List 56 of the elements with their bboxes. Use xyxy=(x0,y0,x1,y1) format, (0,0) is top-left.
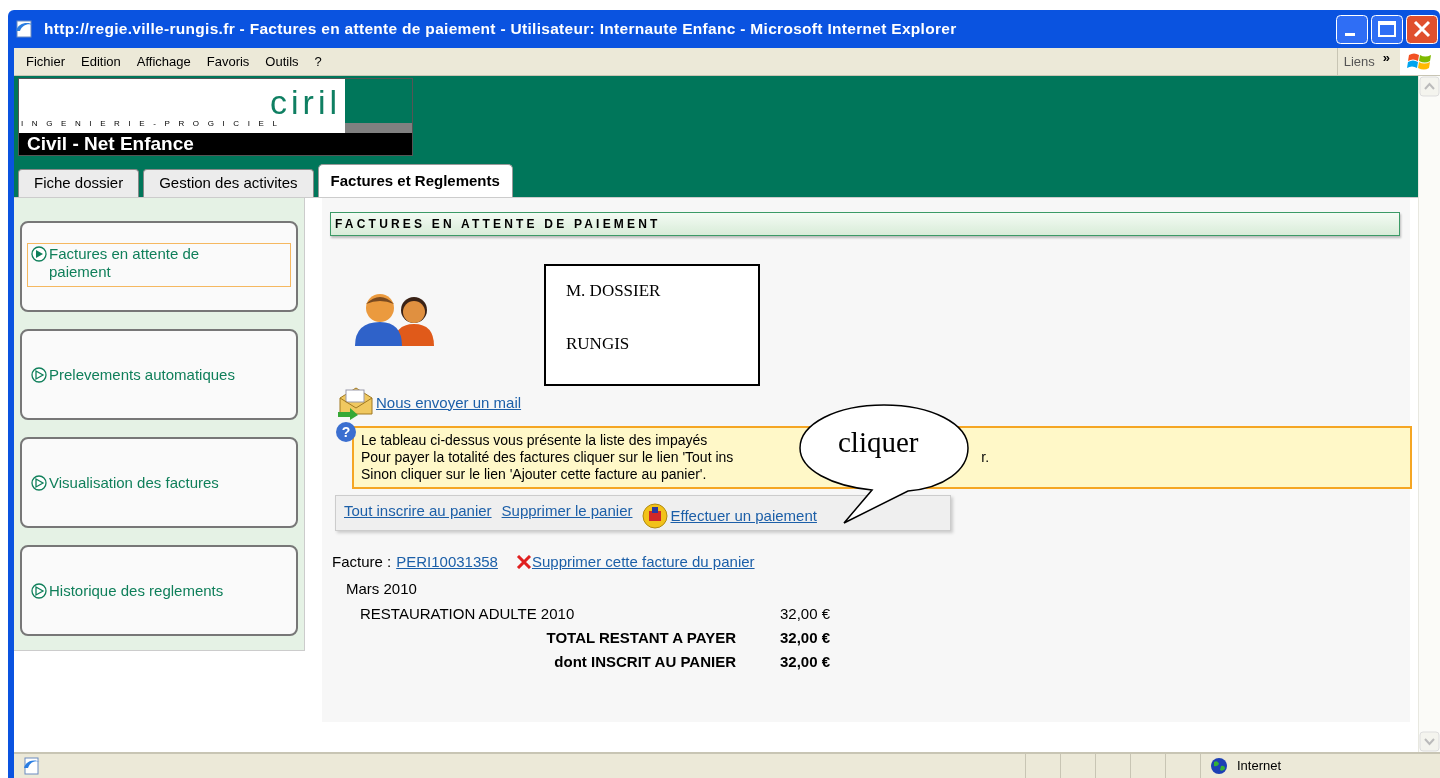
sidebar-item[interactable]: Historique des reglements xyxy=(27,579,291,602)
arrow-circle-icon xyxy=(31,582,47,599)
help-icon: ? xyxy=(336,422,356,442)
contact-text: RUNGIS xyxy=(566,332,631,355)
security-zone-label: Internet xyxy=(1237,757,1282,776)
info-text: Le tableau ci-dessus vous présente la liste des impayés xyxy=(361,432,708,449)
logo-mark-drawing xyxy=(345,79,412,133)
arrow-circle-icon xyxy=(31,474,47,491)
emblem-icon xyxy=(642,503,669,529)
browser-page-icon xyxy=(22,757,42,775)
brand-tagline: INGENIERIE-PROGICIEL xyxy=(20,119,286,129)
invoice-number-link[interactable]: PERI10031358 xyxy=(396,551,498,574)
close-button[interactable] xyxy=(1406,14,1438,44)
menu-item[interactable]: ? xyxy=(308,49,328,74)
app-name: Civil - Net Enfance xyxy=(27,131,194,156)
sidebar-item[interactable]: Prelevements automatiques xyxy=(27,363,291,386)
menu-item[interactable]: Outils xyxy=(259,49,305,74)
sidebar-item[interactable]: Factures en attente de paiement xyxy=(27,243,291,287)
links-label[interactable]: Liens xyxy=(1343,51,1375,72)
globe-icon xyxy=(1209,757,1229,775)
invoice-period: Mars 2010 xyxy=(346,578,418,599)
amount: 32,00 € xyxy=(778,627,830,648)
tab[interactable]: Fiche dossier xyxy=(18,169,140,197)
total-label: dont INSCRIT AU PANIER xyxy=(553,651,736,672)
section-title: FACTURES EN ATTENTE DE PAIEMENT xyxy=(335,216,661,233)
maximize-button[interactable] xyxy=(1371,14,1403,44)
window-title: http://regie.ville-rungis.fr - Factures en attente de paiement - Utilisateur: Internaute Enfanc - Microsoft Internet Explorer xyxy=(44,19,957,40)
menu-item[interactable]: Favoris xyxy=(200,49,256,74)
line-item-label: RESTAURATION ADULTE 2010 xyxy=(359,603,576,624)
mail-icon xyxy=(336,386,376,420)
arrow-circle-icon xyxy=(31,366,47,383)
info-text: Pour payer la totalité des factures cliquer sur le lien 'Tout ins xyxy=(361,449,734,466)
amount: 32,00 € xyxy=(778,603,830,624)
contact-text: M. DOSSIER xyxy=(566,280,662,302)
minimize-button[interactable] xyxy=(1336,14,1368,44)
payment-link[interactable]: Effectuer un paiement xyxy=(670,504,817,528)
arrow-circle-icon xyxy=(31,246,47,262)
total-label: TOTAL RESTANT A PAYER xyxy=(545,627,736,648)
brand-logo: ciril xyxy=(270,85,341,119)
amount: 32,00 € xyxy=(778,651,830,672)
invoice-label: Facture : xyxy=(332,552,392,572)
action-link[interactable]: Supprimer le panier xyxy=(501,499,633,523)
menu-item[interactable]: Affichage xyxy=(130,49,197,74)
sidebar-item[interactable]: Visualisation des factures xyxy=(27,471,291,494)
info-text: r. xyxy=(981,449,990,466)
menu-item[interactable]: Fichier xyxy=(20,49,71,74)
chevron-button[interactable]: » xyxy=(1382,47,1390,68)
delete-icon xyxy=(515,555,532,570)
mail-link[interactable]: Nous envoyer un mail xyxy=(376,391,522,414)
menu-item[interactable]: Edition xyxy=(75,49,127,74)
tab[interactable]: Factures et Reglements xyxy=(317,164,513,197)
action-link[interactable]: Tout inscrire au panier xyxy=(344,499,492,523)
info-text: Sinon cliquer sur le lien 'Ajouter cette facture au panier'. xyxy=(361,466,707,483)
callout-text: cliquer xyxy=(838,426,919,458)
remove-invoice-link[interactable]: Supprimer cette facture du panier xyxy=(531,551,755,574)
tab[interactable]: Gestion des activites xyxy=(143,169,314,197)
